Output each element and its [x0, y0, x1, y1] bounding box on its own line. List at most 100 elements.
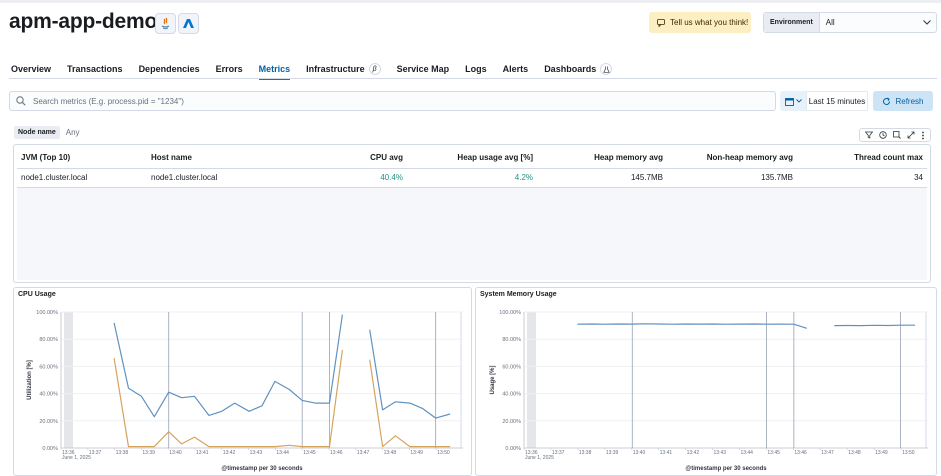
x-tick-label: 13:42 [223, 450, 236, 456]
tab-label: Overview [11, 64, 52, 74]
tab-metrics[interactable]: Metrics [258, 61, 291, 80]
y-tick-label: 0.00% [42, 446, 58, 452]
column-header-heap-memory[interactable]: Heap memory avg [537, 148, 667, 169]
x-tick-label: 13:49 [410, 450, 423, 456]
no-data-band [527, 312, 536, 448]
y-tick-label: 80.00% [39, 337, 58, 343]
beta-badge: β [368, 63, 381, 75]
x-tick-label: 13:44 [740, 450, 753, 456]
fullscreen-icon[interactable] [907, 131, 915, 139]
x-tick-label: 13:45 [767, 450, 780, 456]
jvm-table-panel: JVM (Top 10) Host name CPU avg Heap usag… [13, 144, 931, 283]
y-tick-label: 40.00% [502, 392, 521, 398]
tab-label: Dashboards [544, 64, 597, 74]
tab-dependencies[interactable]: Dependencies [139, 61, 200, 77]
x-tick-label: 13:43 [714, 450, 727, 456]
x-tick-label: 13:47 [357, 450, 370, 456]
tab-service-map[interactable]: Service Map [397, 61, 450, 77]
tab-label: Logs [465, 64, 487, 74]
tab-alerts[interactable]: Alerts [503, 61, 529, 77]
java-icon[interactable] [155, 13, 176, 34]
refresh-button[interactable]: Refresh [873, 91, 933, 111]
x-tick-label: 13:41 [196, 450, 209, 456]
system-memory-chart[interactable]: 0.00% 20.00% 40.00% 60.00% 80.00% 100.00% 13:3… [476, 288, 938, 476]
y-tick-label: 60.00% [502, 364, 521, 370]
x-axis-title: @timestamp per 30 seconds [221, 466, 303, 472]
search-bar[interactable] [9, 91, 776, 111]
calendar-icon [784, 97, 794, 106]
x-date-label: June 1, 2025 [525, 455, 554, 461]
column-header-heap-usage[interactable]: Heap usage avg [%] [407, 148, 537, 169]
x-tick-label: 13:46 [330, 450, 343, 456]
column-header-non-heap-memory[interactable]: Non-heap memory avg [667, 148, 797, 169]
y-tick-label: 80.00% [502, 337, 521, 343]
panel-toolbar [859, 128, 931, 142]
y-tick-label: 40.00% [39, 392, 58, 398]
tab-transactions[interactable]: Transactions [67, 61, 123, 77]
x-tick-label: 13:44 [276, 450, 289, 456]
thread-count-cell: 34 [797, 168, 927, 188]
column-header-jvm[interactable]: JVM (Top 10) [17, 148, 147, 169]
more-options-icon[interactable] [921, 131, 925, 140]
jvm-table-area: JVM (Top 10) Host name CPU avg Heap usag… [17, 148, 927, 280]
x-tick-label: 13:47 [821, 450, 834, 456]
column-header-cpu-avg[interactable]: CPU avg [297, 148, 407, 169]
x-tick-label: 13:45 [303, 450, 316, 456]
cpu-usage-chart[interactable]: 0.00% 20.00% 40.00% 60.00% 80.00% 100.00% 13:3… [14, 288, 473, 476]
table-header-row: JVM (Top 10) Host name CPU avg Heap usag… [17, 148, 927, 169]
tab-label: Errors [215, 64, 243, 74]
chevron-down-icon [918, 13, 936, 32]
tab-errors[interactable]: Errors [216, 61, 243, 77]
date-quick-select-button[interactable] [780, 91, 806, 111]
feedback-label: Tell us what you think! [670, 18, 749, 27]
service-title: apm-app-demo [9, 10, 158, 33]
tab-label: Metrics [258, 64, 291, 74]
x-axis-title: @timestamp per 30 seconds [685, 466, 767, 472]
y-tick-label: 20.00% [39, 419, 58, 425]
y-axis-title: Usage [%] [490, 365, 496, 394]
zoom-icon[interactable] [893, 131, 901, 139]
search-input[interactable] [33, 96, 775, 106]
x-tick-label: 13:43 [250, 450, 263, 456]
environment-value: All [825, 18, 835, 27]
date-range-display[interactable]: Last 15 minutes [806, 91, 868, 111]
x-tick-label: 13:42 [687, 450, 700, 456]
search-icon [16, 96, 26, 106]
feedback-button[interactable]: Tell us what you think! [649, 12, 751, 33]
chevron-down-icon [795, 99, 802, 103]
y-axis-title: Utilization [%] [27, 360, 33, 400]
no-data-band [64, 312, 73, 448]
x-tick-label: 13:40 [633, 450, 646, 456]
tab-infrastructure[interactable]: Infrastructure β [306, 61, 381, 77]
host-name-cell: node1.cluster.local [147, 168, 297, 188]
tab-label: Dependencies [138, 64, 200, 74]
x-tick-label: 13:48 [384, 450, 397, 456]
cloud-provider-icon[interactable] [178, 13, 199, 34]
inspect-icon[interactable] [879, 131, 887, 139]
tab-logs[interactable]: Logs [465, 61, 487, 77]
environment-select[interactable]: Environment All [763, 12, 937, 33]
system-memory-panel: System Memory Usage 0.00% 20.00% 40.00% 60.… [475, 287, 937, 476]
y-tick-label: 100.00% [499, 310, 521, 316]
heap-usage-cell: 4.2% [407, 168, 537, 188]
azure-icon-glyph [183, 19, 194, 28]
column-header-thread-count[interactable]: Thread count max [797, 148, 927, 169]
x-tick-label: 13:38 [116, 450, 129, 456]
x-tick-label: 13:38 [579, 450, 592, 456]
y-tick-label: 100.00% [36, 310, 58, 316]
jvm-cell[interactable]: node1.cluster.local [17, 168, 147, 188]
y-tick-label: 60.00% [39, 364, 58, 370]
tabs-divider [9, 78, 937, 79]
tab-overview[interactable]: Overview [11, 61, 51, 77]
filter-icon[interactable] [865, 131, 873, 139]
non-heap-memory-cell: 135.7MB [667, 168, 797, 188]
x-tick-label: 13:39 [142, 450, 155, 456]
environment-label: Environment [764, 13, 820, 32]
refresh-label: Refresh [895, 96, 924, 106]
node-name-filter[interactable]: Node name Any [14, 125, 80, 139]
tab-bar: Overview Transactions Dependencies Error… [11, 61, 628, 80]
tab-label: Transactions [67, 64, 123, 74]
tab-dashboards[interactable]: Dashboards [544, 61, 613, 77]
column-header-host-name[interactable]: Host name [147, 148, 297, 169]
table-row[interactable]: node1.cluster.local node1.cluster.local … [17, 168, 927, 188]
